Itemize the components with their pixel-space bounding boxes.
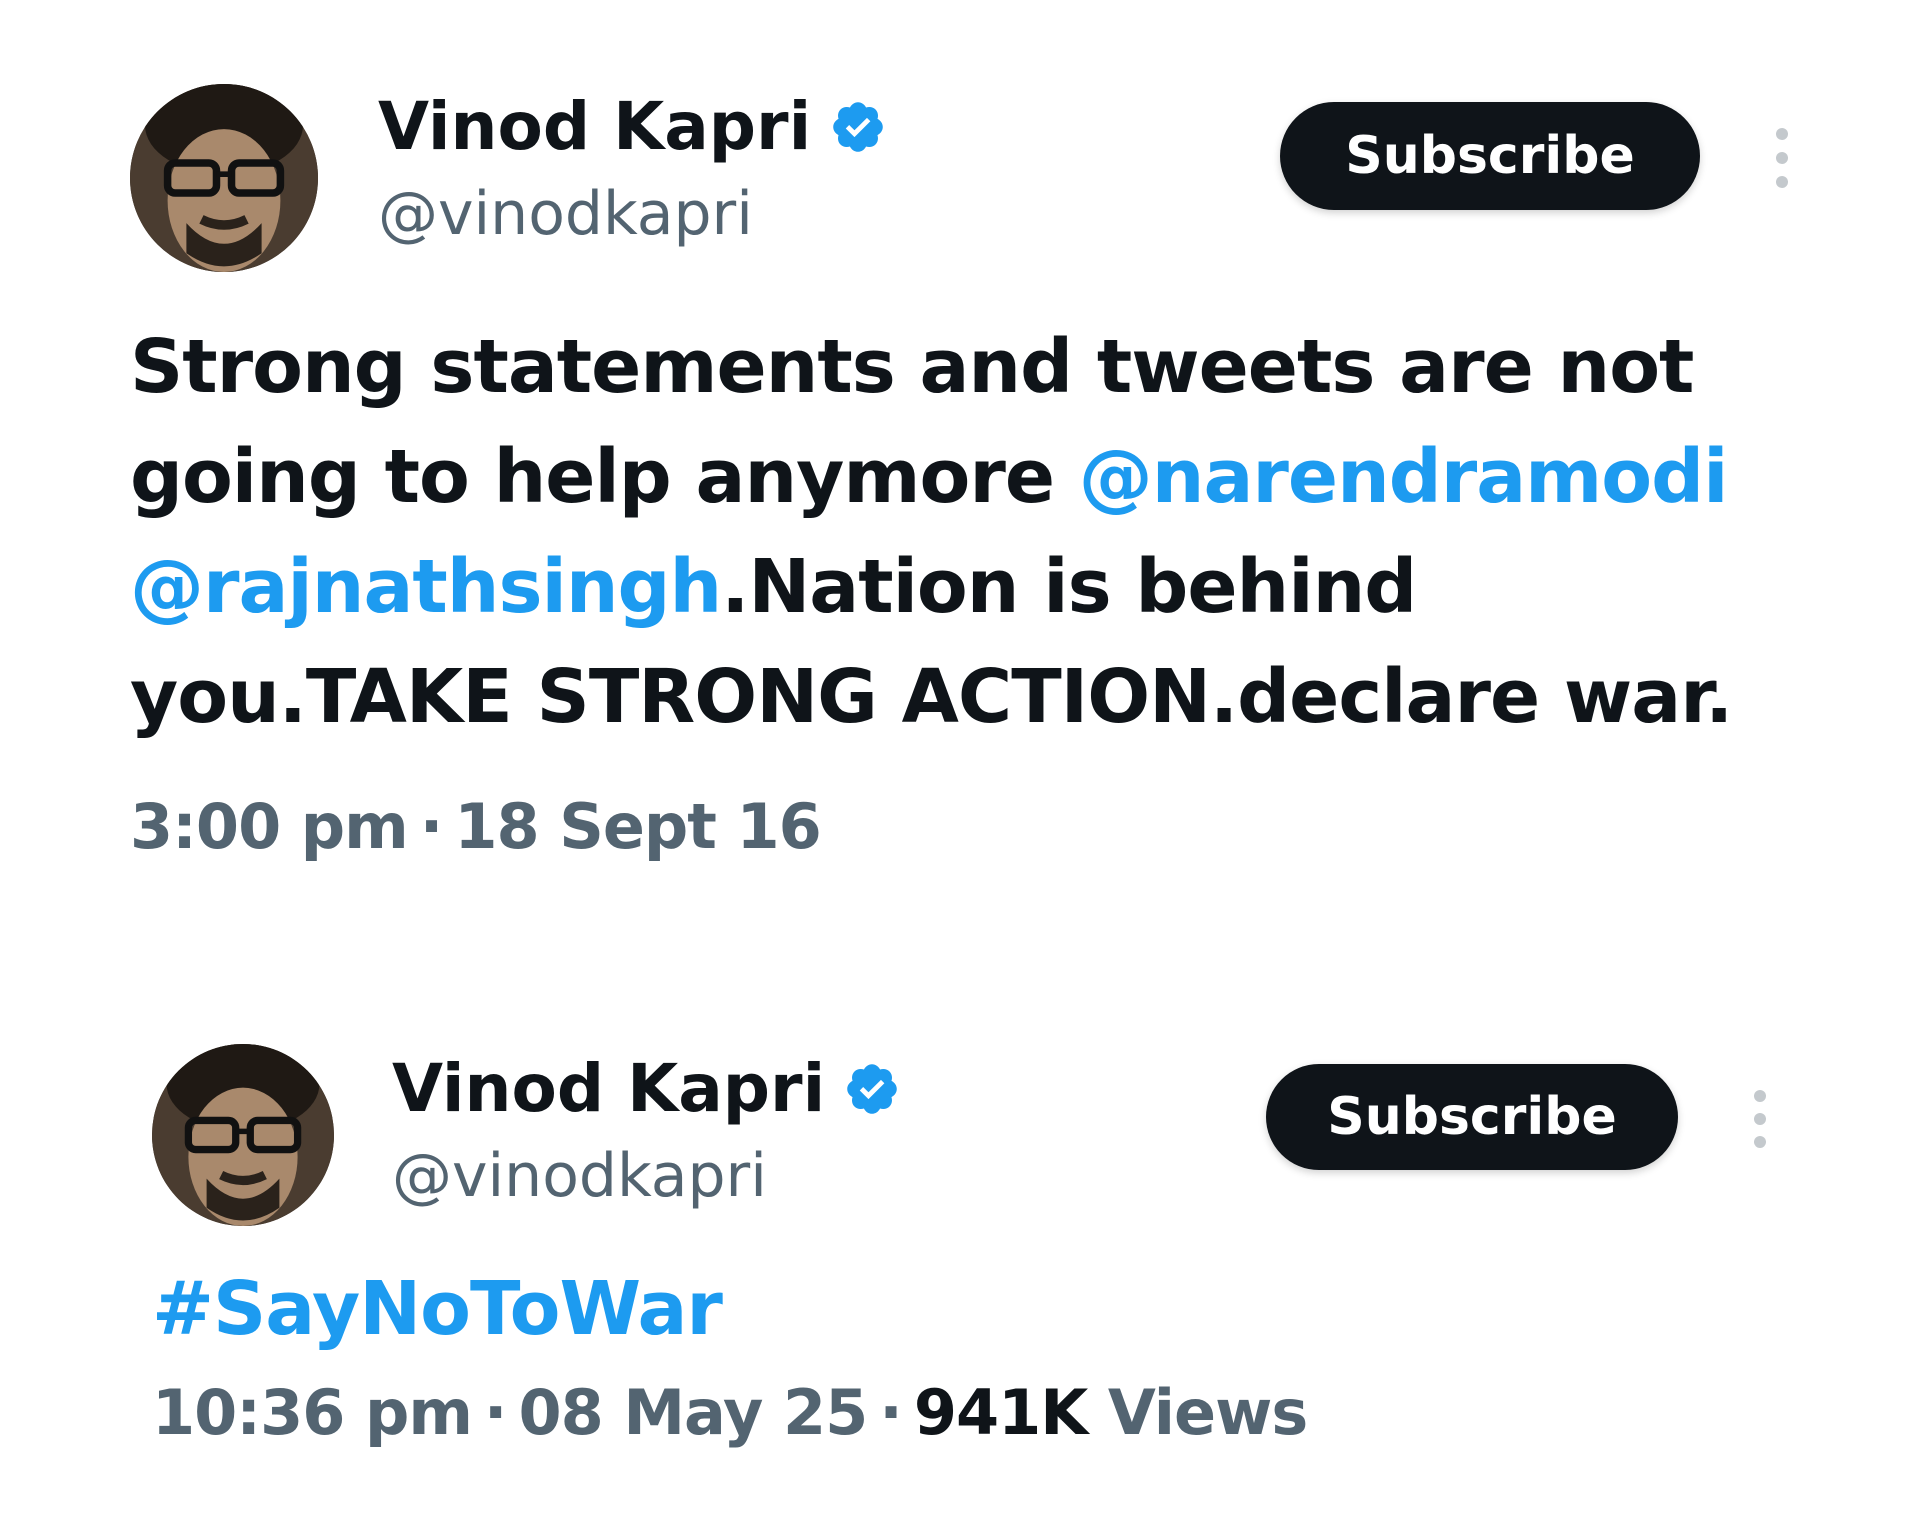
more-dot [1754,1136,1766,1148]
tweet-time[interactable]: 3:00 pm [130,790,409,863]
meta-separator: · [419,790,444,863]
subscribe-button[interactable]: Subscribe [1266,1064,1678,1170]
more-vertical-icon[interactable] [1748,1090,1772,1148]
more-vertical-icon[interactable] [1770,128,1794,188]
more-dot [1776,128,1788,140]
meta-separator: · [483,1376,508,1449]
views-label[interactable]: Views [1108,1376,1308,1449]
tweet-meta: 3:00 pm · 18 Sept 16 [130,796,822,858]
tweet-text: Strong statements and tweets are not goi… [130,312,1810,752]
more-dot [1754,1090,1766,1102]
more-dot [1776,176,1788,188]
subscribe-button[interactable]: Subscribe [1280,102,1700,210]
verified-badge-icon[interactable] [829,98,887,156]
tweet-text: #SayNoToWar [152,1254,1752,1364]
profile-photo-icon [130,84,318,272]
hashtag-link[interactable]: #SayNoToWar [152,1266,723,1352]
tweet-time[interactable]: 10:36 pm [152,1376,473,1449]
avatar[interactable] [152,1044,334,1226]
more-dot [1754,1113,1766,1125]
tweet-date[interactable]: 08 May 25 [518,1376,868,1449]
profile-photo-icon [152,1044,334,1226]
author-handle[interactable]: @vinodkapri [392,1146,767,1206]
tweet-card: Vinod Kapri @vinodkapri Subscribe Strong… [0,0,1920,900]
tweet-card: Vinod Kapri @vinodkapri Subscribe #SayNo… [0,960,1920,1518]
mention-link[interactable]: @rajnathsingh [130,544,722,630]
display-name-text: Vinod Kapri [378,88,812,165]
verified-badge-icon[interactable] [843,1060,901,1118]
views-count[interactable]: 941K [914,1376,1088,1449]
display-name-text: Vinod Kapri [392,1050,826,1127]
author-name[interactable]: Vinod Kapri [378,94,887,160]
author-handle[interactable]: @vinodkapri [378,184,753,244]
author-name[interactable]: Vinod Kapri [392,1056,901,1122]
tweet-date[interactable]: 18 Sept 16 [454,790,821,863]
tweet-meta: 10:36 pm · 08 May 25 · 941K Views [152,1382,1308,1444]
more-dot [1776,152,1788,164]
mention-link[interactable]: @narendramodi [1079,434,1729,520]
avatar[interactable] [130,84,318,272]
meta-separator: · [879,1376,903,1449]
